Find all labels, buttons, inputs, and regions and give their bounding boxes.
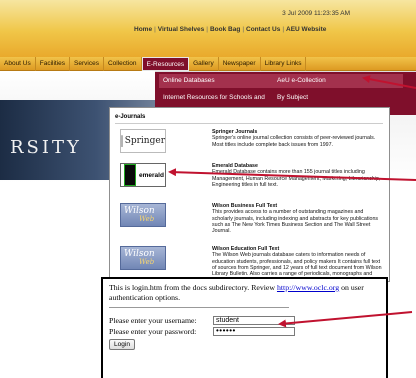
menu-row: Internet Resources for Schools and Centr… [155,91,416,115]
username-field[interactable]: student [213,316,295,325]
menu-row: Online Databases AeU e-Collection [155,74,416,88]
university-logo-text: RSITY [10,137,82,158]
login-panel: This is login.htm from the docs subdirec… [101,277,388,378]
springer-logo[interactable]: Springer [120,129,166,153]
nav-newspaper[interactable]: Newspaper [219,57,261,71]
username-label: Please enter your username: [109,316,197,325]
journal-description: Wilson Business Full Text This provides … [212,203,382,234]
springer-horse-icon [121,135,123,147]
menu-online-databases[interactable]: Online Databases [159,74,277,88]
e-journals-panel: e-Journals Springer Springer Journals Sp… [109,107,390,282]
emerald-logo[interactable]: emerald [120,163,166,187]
divider [109,307,289,308]
link-home[interactable]: Home [134,26,152,33]
nav-about-us[interactable]: About Us [0,57,36,71]
oclc-link[interactable]: http://www.oclc.org [277,283,339,292]
panel-title: e-Journals [115,114,146,120]
link-aeu-website[interactable]: AEU Website [286,26,326,33]
login-message-prefix: This is login.htm from the docs subdirec… [109,283,277,292]
password-label: Please enter your password: [109,327,197,336]
wilson-logo-sub: Web [139,215,155,223]
top-links: Home | Virtual Shelves | Book Bag | Contact Us… [134,26,326,33]
separator: | [154,26,156,33]
wilson-logo-sub: Web [139,258,155,266]
link-contact-us[interactable]: Contact Us [246,26,280,33]
wilson-web-logo[interactable]: Wilson Web [120,246,166,270]
login-message: This is login.htm from the docs subdirec… [109,283,387,302]
journal-desc: The Wilson Web journals database caters … [212,252,382,278]
wilson-web-logo[interactable]: Wilson Web [120,203,166,227]
emerald-cube-icon [124,164,136,186]
journal-desc: Springer's online journal collection con… [212,135,376,148]
menu-aeu-e-collection[interactable]: AeU e-Collection [273,74,403,88]
password-field[interactable]: •••••• [213,327,295,336]
journal-desc: Emerald Database contains more than 155 … [212,169,381,188]
emerald-logo-text: emerald [139,171,164,179]
journal-description: Emerald Database Emerald Database contai… [212,163,382,188]
journal-desc: This provides access to a number of outs… [212,209,379,235]
nav-e-resources[interactable]: E-Resources [141,57,190,71]
login-button[interactable]: Login [109,339,135,350]
nav-library-links[interactable]: Library Links [261,57,307,71]
menu-internet-resources[interactable]: Internet Resources for Schools and Centr… [159,91,277,115]
nav-facilities[interactable]: Facilities [36,57,71,71]
nav-gallery[interactable]: Gallery [189,57,219,71]
separator: | [242,26,245,33]
site-header: 3 Jul 2009 11:23:35 AM Home | Virtual Shel… [0,0,416,57]
springer-logo-text: Springer [124,136,165,146]
separator: | [206,26,208,33]
link-virtual-shelves[interactable]: Virtual Shelves [158,26,205,33]
journal-description: Wilson Education Full Text The Wilson We… [212,246,382,277]
nav-collection[interactable]: Collection [104,57,142,71]
separator: | [282,26,285,33]
nav-services[interactable]: Services [70,57,104,71]
journal-description: Springer Journals Springer's online jour… [212,129,382,148]
menu-by-subject[interactable]: By Subject [273,91,403,105]
datetime: 3 Jul 2009 11:23:35 AM [282,10,350,17]
link-book-bag[interactable]: Book Bag [210,26,240,33]
main-nav: About Us Facilities Services Collection E-Re… [0,57,416,71]
divider [115,123,383,124]
